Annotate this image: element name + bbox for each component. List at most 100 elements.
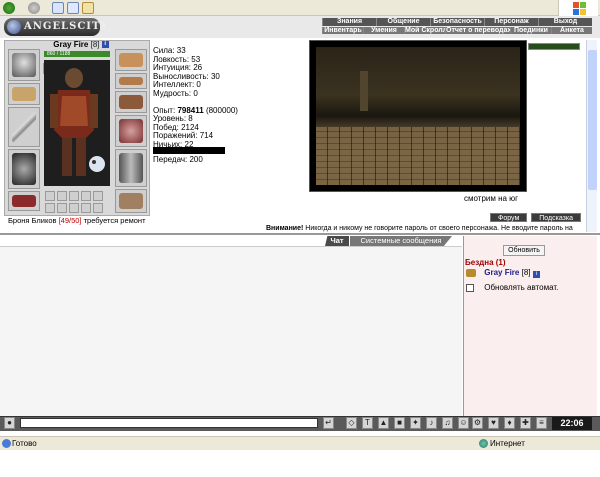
internet-zone-icon [479, 439, 488, 448]
belt-icon [12, 195, 36, 207]
menu-exit[interactable]: Выход [538, 18, 592, 26]
menu-duels[interactable]: Поединки [510, 27, 551, 34]
stats-panel: Сила: 33 Ловкость: 53 Интуиция: 26 Вынос… [153, 46, 273, 150]
stop-icon[interactable] [52, 2, 64, 14]
location-scene[interactable] [309, 40, 527, 192]
send-icon[interactable]: ↵ [323, 417, 334, 429]
browser-toolbar [0, 0, 600, 16]
menu-inventory[interactable]: Инвентарь [322, 27, 363, 34]
pocket-slot-6[interactable] [45, 203, 55, 213]
info-icon[interactable]: i [101, 41, 109, 49]
browser-status-bar: Готово Интернет [0, 436, 600, 450]
figure-icon[interactable]: ✦ [410, 417, 421, 429]
menu-skills[interactable]: Умения [363, 27, 404, 34]
gloves-slot[interactable] [115, 91, 147, 113]
armor-note: требуется ремонт [83, 216, 146, 225]
status-text: Готово [12, 439, 37, 448]
chat-mode-icon[interactable]: ● [4, 417, 15, 429]
pocket-slot-3[interactable] [69, 191, 79, 201]
map-icon[interactable]: ✚ [520, 417, 531, 429]
refresh-button[interactable]: Обновить [503, 245, 545, 256]
save-log-icon[interactable]: ■ [394, 417, 405, 429]
forward-icon[interactable] [28, 2, 40, 14]
sound-icon[interactable]: ♪ [426, 417, 437, 429]
user-list-item[interactable]: Gray Fire [8] i [466, 268, 540, 278]
scroll-icon[interactable]: ≡ [536, 417, 547, 429]
smiley-icon[interactable]: ☺ [458, 417, 469, 429]
orb-icon [7, 20, 21, 34]
shield-slot[interactable] [115, 115, 147, 147]
tab-system-messages[interactable]: Системные сообщения [350, 236, 452, 246]
boots-slot[interactable] [115, 189, 147, 213]
character-name-text: Gray Fire [53, 40, 89, 49]
private-message-icon[interactable] [466, 268, 476, 277]
scrollbar-thumb[interactable] [588, 50, 597, 190]
menu-my-scroll[interactable]: Мой Скролл [404, 27, 445, 34]
amulet-icon [12, 87, 36, 101]
armor-repair-note: Броня Бликов [49/50] требуется ремонт [8, 216, 146, 225]
chat-messages [0, 246, 462, 416]
auto-refresh-label: Обновлять автомат. [484, 283, 559, 292]
forum-button[interactable]: Форум [490, 213, 528, 222]
settings-icon[interactable]: ⚙ [472, 417, 483, 429]
stat-transfers: Передач: 200 [153, 155, 203, 164]
pocket-slot-1[interactable] [45, 191, 55, 201]
amulet-slot[interactable] [8, 83, 40, 105]
scene-floor [316, 127, 520, 185]
clear-icon[interactable]: ◇ [346, 417, 357, 429]
game-clock: 22:06 [552, 417, 592, 430]
menu-knowledge[interactable]: Знания [322, 18, 376, 26]
menu-character[interactable]: Персонаж [484, 18, 538, 26]
pocket-slot-5[interactable] [93, 191, 103, 201]
pocket-slot-8[interactable] [69, 203, 79, 213]
bracer-slot[interactable] [115, 73, 147, 89]
leggings-slot[interactable] [115, 149, 147, 187]
armor-slot[interactable] [8, 149, 40, 189]
inventory-icon[interactable]: ♦ [504, 417, 515, 429]
weapon-slot[interactable] [8, 107, 40, 147]
hint-button[interactable]: Подсказка [531, 213, 581, 222]
sub-menu: Инвентарь Умения Мой Скролл Отчет о пере… [322, 27, 592, 34]
menu-profile[interactable]: Анкета [551, 27, 592, 34]
pocket-slot-4[interactable] [81, 191, 91, 201]
earring-slot[interactable] [115, 49, 147, 71]
translit-icon[interactable]: ▲ [378, 417, 389, 429]
mini-indicator [528, 43, 580, 50]
menu-communication[interactable]: Общение [376, 18, 430, 26]
gloves-icon [119, 95, 143, 109]
warrior-figure-icon [44, 60, 110, 186]
chat-input[interactable] [20, 418, 318, 428]
refresh-icon[interactable] [67, 2, 79, 14]
warning-text: Никогда и никому не говорите пароль от с… [303, 225, 573, 232]
chat-separator [0, 233, 600, 235]
music-icon[interactable]: ♫ [442, 417, 453, 429]
home-icon[interactable] [82, 2, 94, 14]
pocket-slot-7[interactable] [57, 203, 67, 213]
user-name[interactable]: Gray Fire [484, 268, 519, 277]
filter-icon[interactable]: T [362, 417, 373, 429]
back-icon[interactable] [3, 2, 15, 14]
menu-security[interactable]: Безопасность [430, 18, 484, 26]
scene-caption: смотрим на юг [464, 194, 519, 203]
hp-bar: 860 / 1188 [44, 51, 110, 57]
belt-slot[interactable] [8, 191, 40, 211]
potion-icon[interactable]: ♥ [488, 417, 499, 429]
helmet-slot[interactable] [8, 49, 40, 81]
game-logo: ANGELSCITY [4, 18, 108, 36]
pocket-slot-2[interactable] [57, 191, 67, 201]
user-info-icon[interactable]: i [532, 271, 540, 278]
page-scrollbar[interactable] [586, 40, 597, 232]
pocket-slot-9[interactable] [81, 203, 91, 213]
pocket-slot-10[interactable] [93, 203, 103, 213]
menu-transfer-report[interactable]: Отчет о переводах [445, 27, 510, 34]
auto-refresh-option[interactable]: Обновлять автомат. [466, 283, 558, 292]
character-name: Gray Fire [8] i [50, 40, 112, 49]
tab-chat[interactable]: Чат [325, 236, 349, 246]
page-done-icon [2, 439, 11, 448]
warning-label: Внимание! [266, 225, 304, 232]
auto-refresh-checkbox[interactable] [466, 283, 474, 292]
logo-text: ANGELSCITY [24, 21, 109, 32]
top-menu: Знания Общение Безопасность Персонаж Вых… [322, 18, 592, 26]
armor-icon [12, 153, 36, 185]
location-name: Бездна (1) [465, 258, 506, 267]
